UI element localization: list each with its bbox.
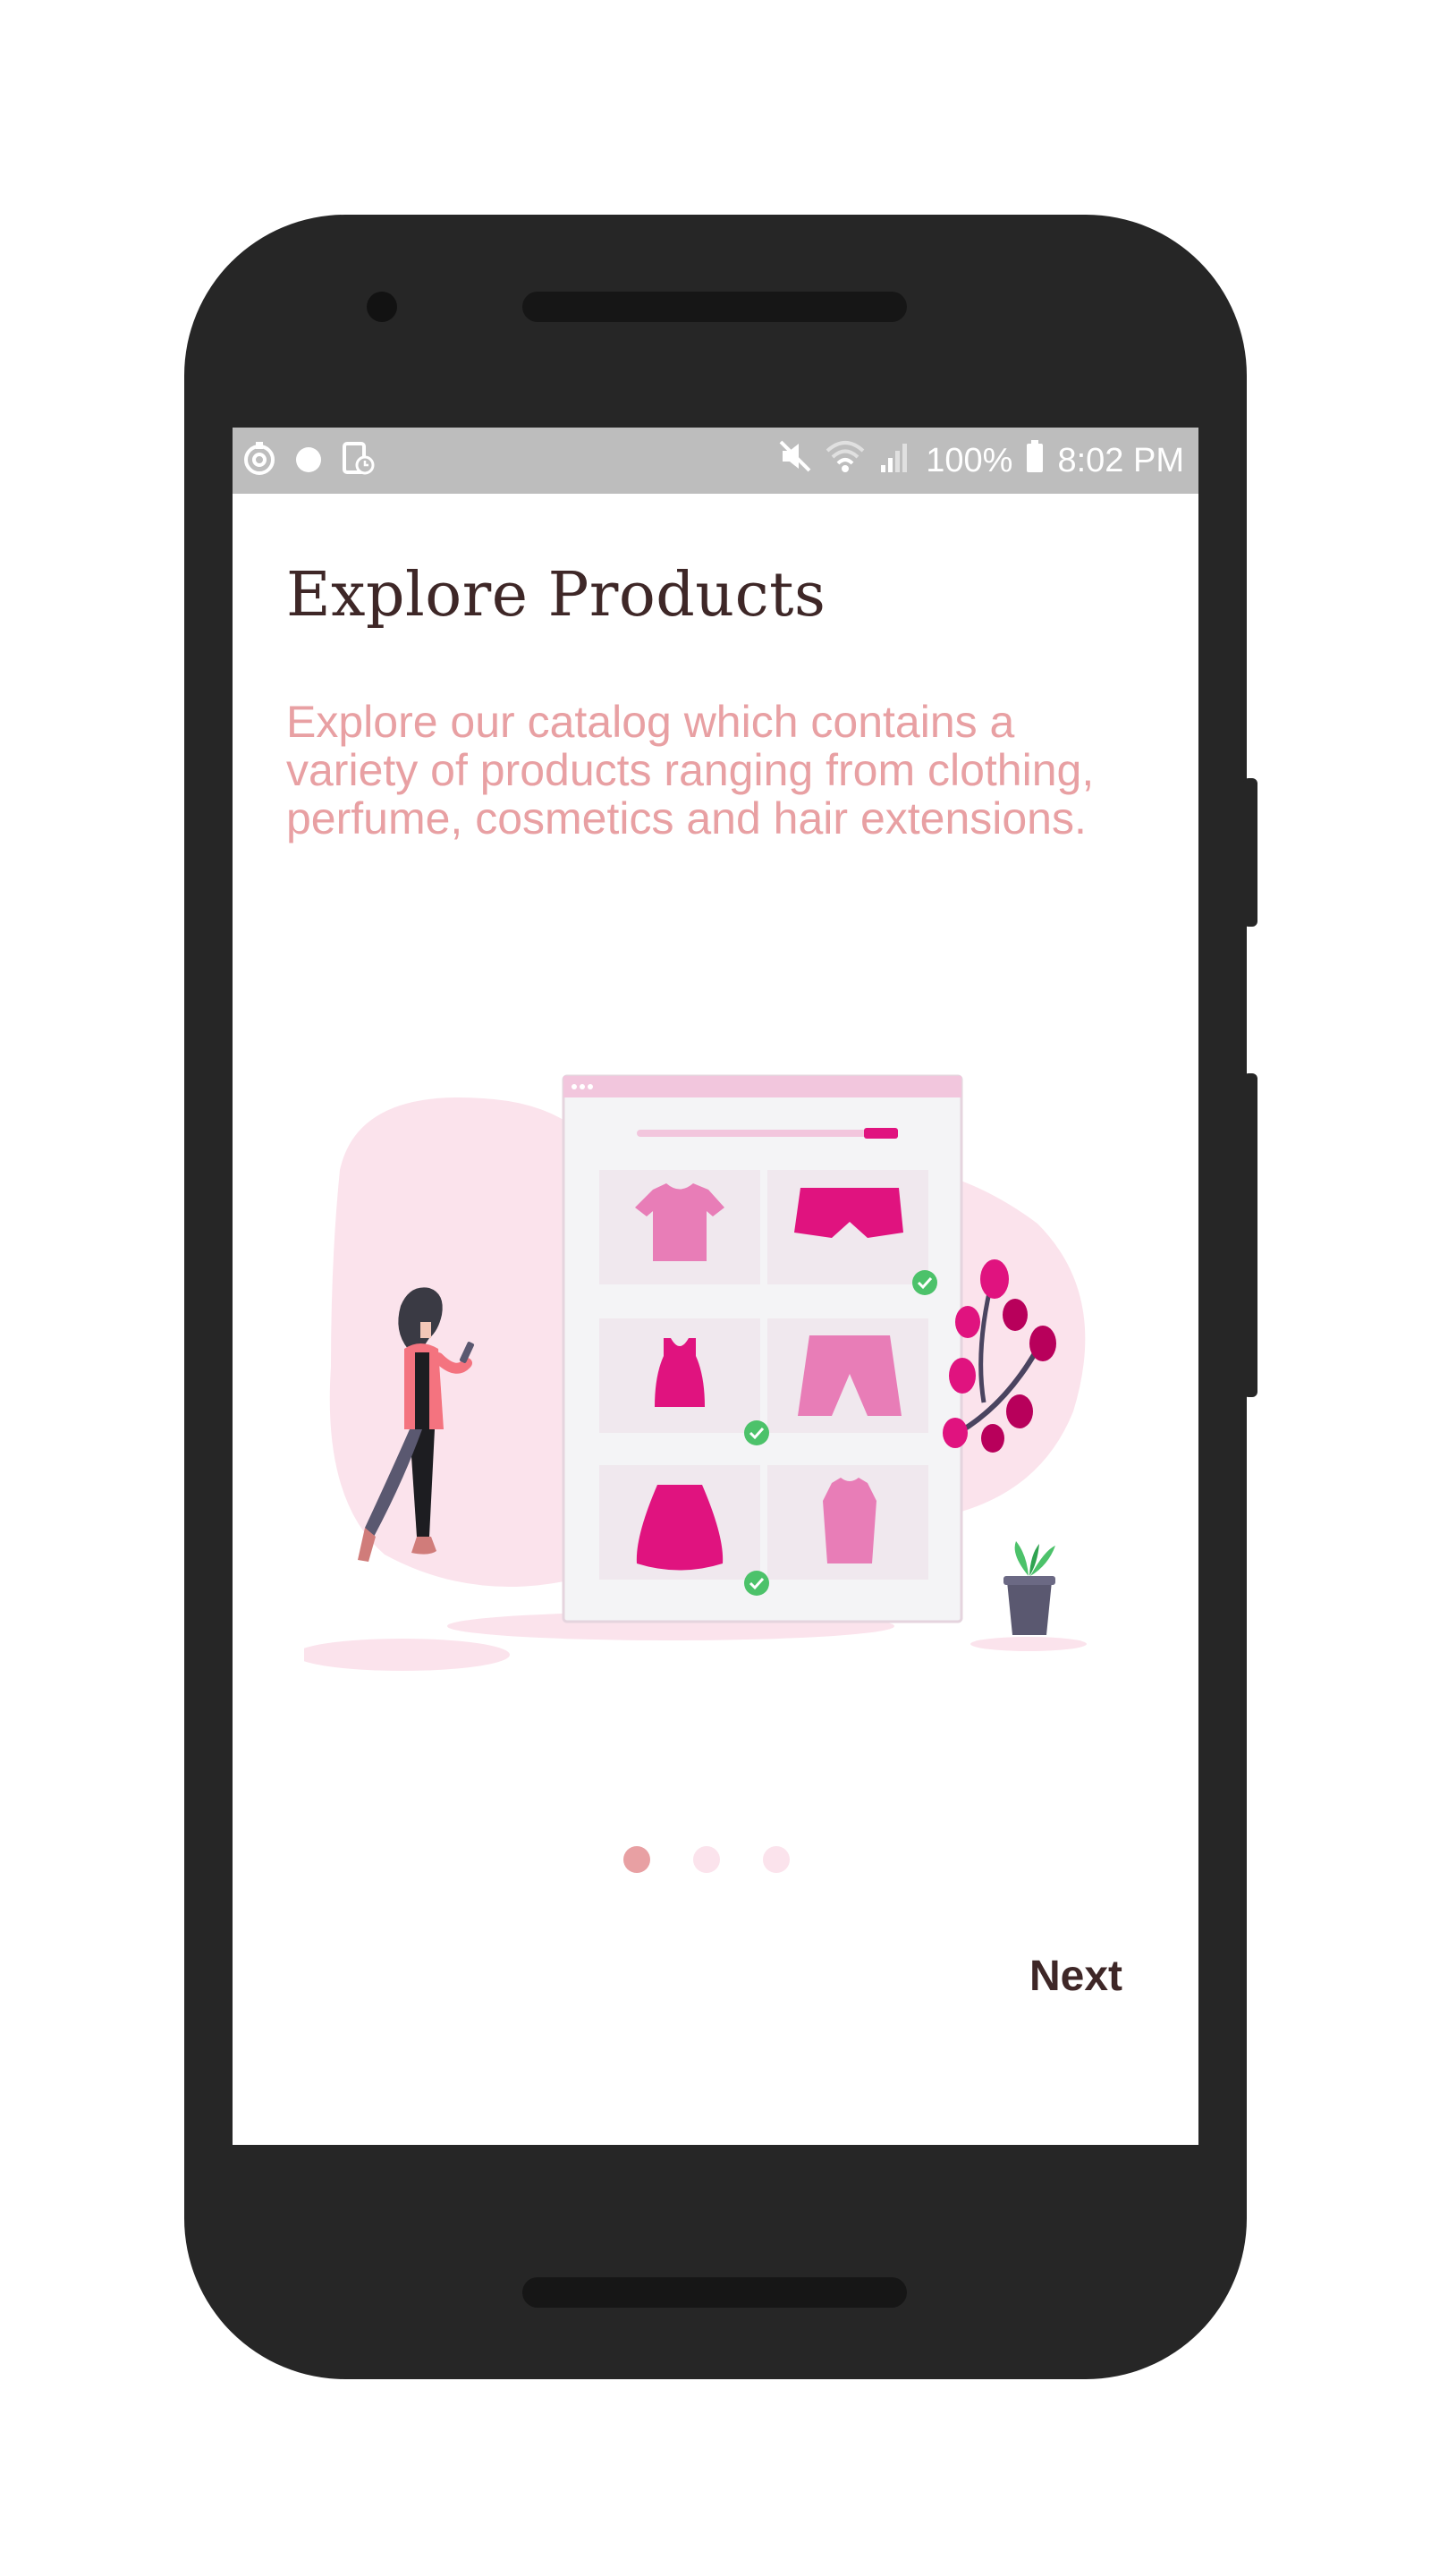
power-button [1243,778,1257,927]
page-title: Explore Products [286,560,826,631]
bottom-speaker [522,2277,907,2308]
page-dot-1[interactable] [623,1846,650,1873]
circle-icon [293,443,324,478]
page-description: Explore our catalog which contains a var… [286,697,1095,843]
volume-button [1243,1073,1257,1397]
battery-icon [1025,438,1045,483]
front-camera [367,292,397,322]
page-indicator [233,1846,1198,1882]
status-time: 8:02 PM [1057,441,1184,479]
sync-icon [241,440,277,480]
page-dot-3[interactable] [763,1846,790,1873]
screenshot-icon [340,440,376,480]
top-speaker [522,292,907,322]
next-button[interactable]: Next [961,1945,1122,2007]
app-screen: 100% 8:02 PM Explore Products Explore ou… [233,428,1198,2145]
wifi-icon [826,438,865,483]
page-dot-2[interactable] [693,1846,720,1873]
shopping-illustration [304,1074,1087,1671]
battery-percent: 100% [926,441,1013,479]
mute-icon [777,438,813,483]
signal-icon [877,438,913,483]
status-bar: 100% 8:02 PM [233,428,1198,494]
